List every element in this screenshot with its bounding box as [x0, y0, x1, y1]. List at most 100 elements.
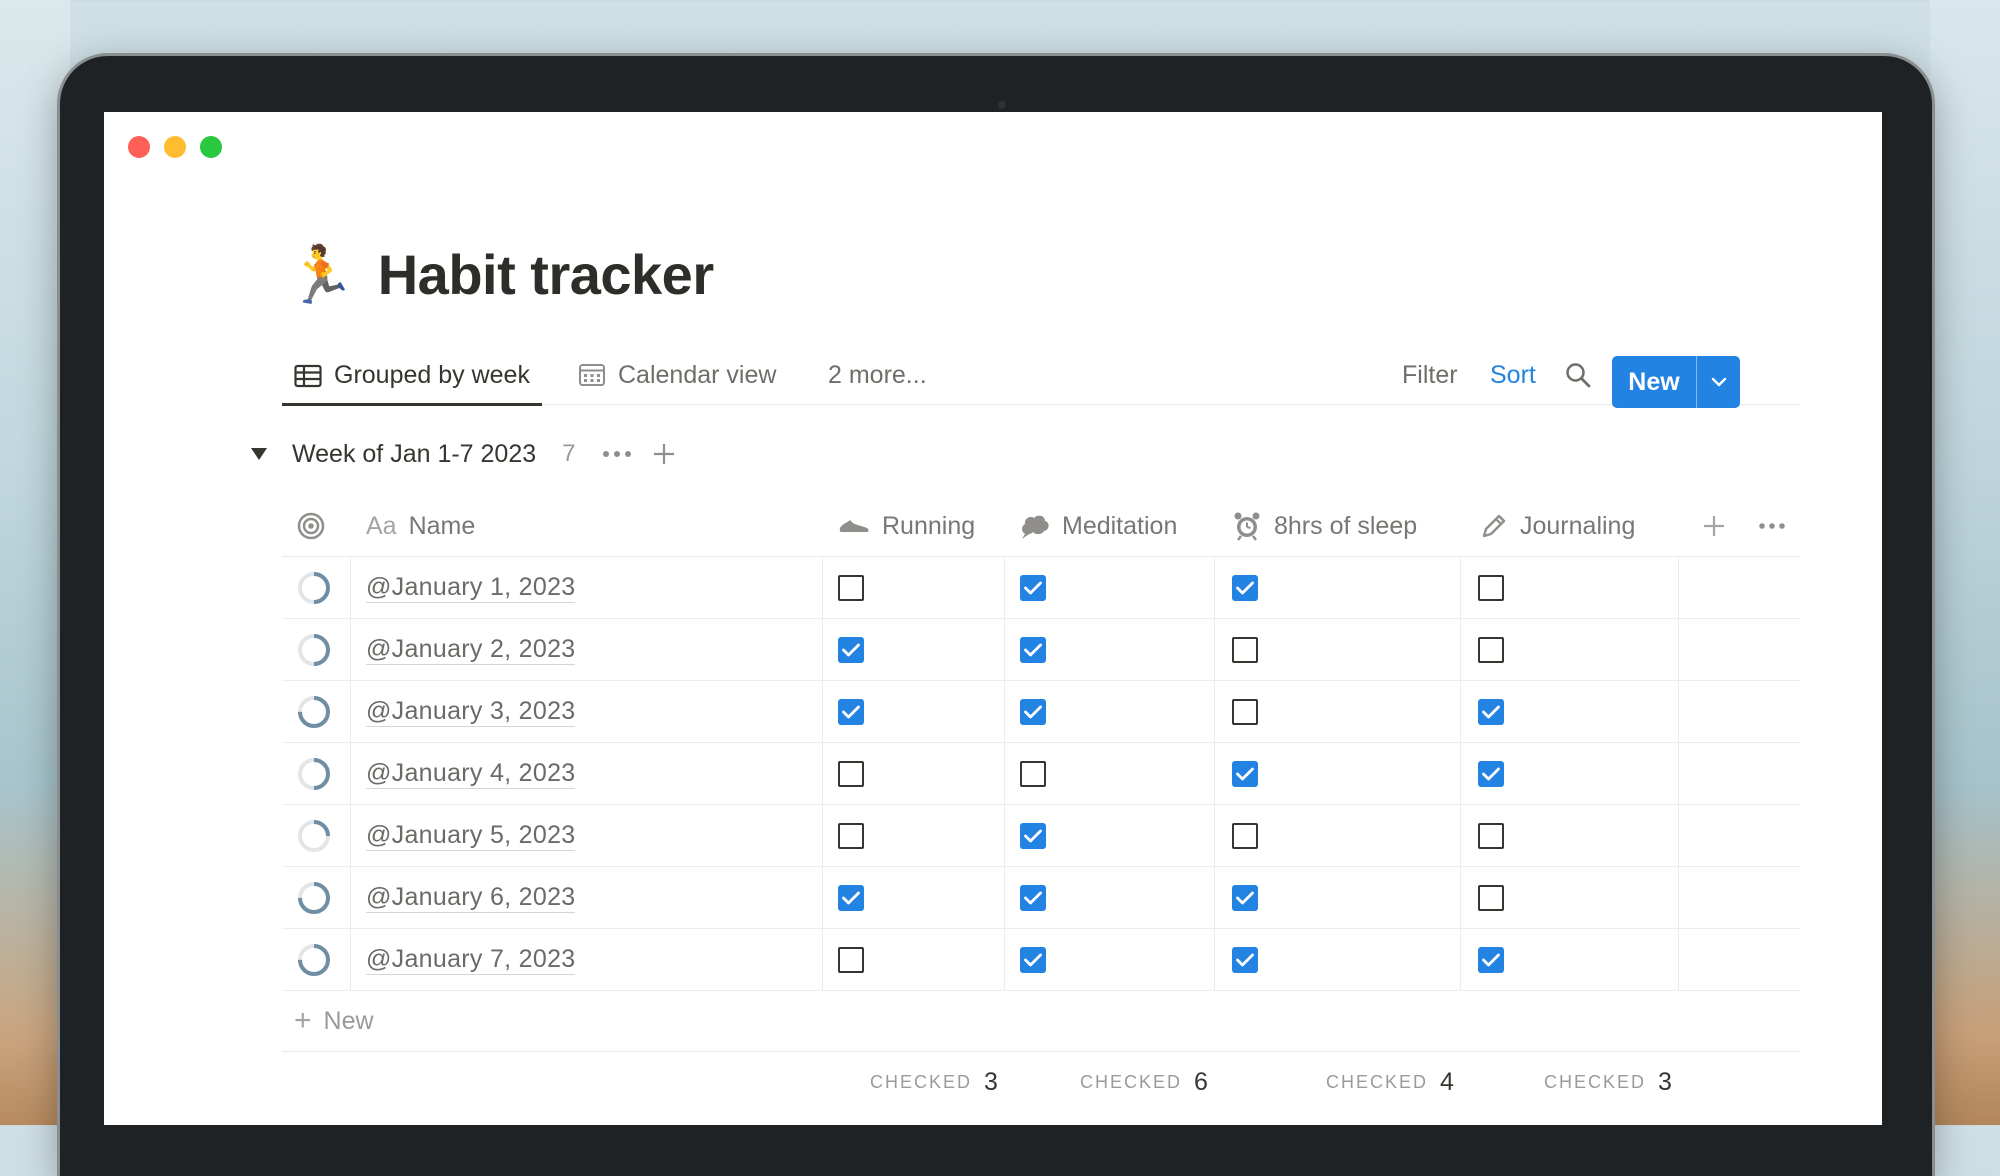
checkmark-icon	[1024, 953, 1042, 966]
sleep-checkbox[interactable]	[1232, 946, 1258, 973]
date-mention[interactable]: @January 5, 2023	[366, 820, 576, 851]
summary-meditation[interactable]: CHECKED 6	[1080, 1052, 1208, 1112]
column-header-meditation[interactable]: Meditation	[1020, 496, 1177, 556]
table-row[interactable]: @January 4, 2023	[282, 743, 1800, 805]
running-checkbox[interactable]	[838, 574, 864, 601]
sort-button[interactable]: Sort	[1490, 361, 1536, 390]
date-mention[interactable]: @January 1, 2023	[366, 572, 576, 603]
meditation-checkbox[interactable]	[1020, 698, 1046, 725]
meditation-checkbox[interactable]	[1020, 822, 1046, 849]
progress-ring-icon	[298, 819, 330, 852]
add-property-button[interactable]	[1702, 496, 1726, 556]
name-cell[interactable]: @January 5, 2023	[366, 805, 576, 866]
new-button[interactable]: New	[1612, 356, 1696, 408]
progress-cell	[296, 619, 332, 680]
summary-value: 4	[1440, 1067, 1454, 1096]
sleep-checkbox[interactable]	[1232, 574, 1258, 601]
column-header-journaling[interactable]: Journaling	[1480, 496, 1635, 556]
name-cell[interactable]: @January 1, 2023	[366, 557, 576, 618]
meditation-checkbox[interactable]	[1020, 946, 1046, 973]
table-row[interactable]: @January 6, 2023	[282, 867, 1800, 929]
collapse-triangle-icon[interactable]	[250, 447, 268, 461]
tab-calendar-view[interactable]: Calendar view	[578, 348, 776, 402]
journaling-checkbox[interactable]	[1478, 760, 1504, 787]
pencil-icon	[1482, 514, 1506, 538]
sleep-checkbox[interactable]	[1232, 822, 1258, 849]
summary-sleep[interactable]: CHECKED 4	[1326, 1052, 1454, 1112]
journaling-checkbox[interactable]	[1478, 698, 1504, 725]
sleep-checkbox[interactable]	[1232, 884, 1258, 911]
journaling-checkbox[interactable]	[1478, 822, 1504, 849]
date-mention[interactable]: @January 3, 2023	[366, 696, 576, 727]
sleep-checkbox[interactable]	[1232, 636, 1258, 663]
progress-column-header[interactable]	[296, 496, 326, 556]
name-cell[interactable]: @January 6, 2023	[366, 867, 576, 928]
running-checkbox[interactable]	[838, 760, 864, 787]
journaling-checkbox[interactable]	[1478, 636, 1504, 663]
tab-label: Grouped by week	[334, 361, 530, 389]
date-mention[interactable]: @January 7, 2023	[366, 944, 576, 975]
tab-more-views[interactable]: 2 more...	[828, 348, 927, 402]
table-row[interactable]: @January 1, 2023	[282, 557, 1800, 619]
sleep-checkbox[interactable]	[1232, 760, 1258, 787]
column-header-name[interactable]: Aa Name	[366, 496, 475, 556]
sleep-cell	[1232, 743, 1258, 804]
summary-label: CHECKED	[1544, 1071, 1647, 1092]
meditation-checkbox[interactable]	[1020, 884, 1046, 911]
search-icon[interactable]	[1564, 361, 1592, 389]
cell-divider	[1678, 743, 1679, 804]
group-more-icon[interactable]	[602, 449, 632, 459]
checkmark-icon	[1236, 767, 1254, 780]
table-row[interactable]: @January 2, 2023	[282, 619, 1800, 681]
checkmark-icon	[1482, 705, 1500, 718]
running-checkbox[interactable]	[838, 636, 864, 663]
group-header: Week of Jan 1-7 2023 7	[250, 434, 676, 474]
page-header: 🏃 Habit tracker	[286, 242, 714, 307]
tab-grouped-by-week[interactable]: Grouped by week	[282, 348, 542, 406]
meditation-checkbox[interactable]	[1020, 636, 1046, 663]
minimize-window-button[interactable]	[164, 136, 186, 158]
cell-divider	[1004, 681, 1005, 742]
zoom-window-button[interactable]	[200, 136, 222, 158]
close-window-button[interactable]	[128, 136, 150, 158]
meditation-checkbox[interactable]	[1020, 574, 1046, 601]
name-cell[interactable]: @January 4, 2023	[366, 743, 576, 804]
cell-divider	[1678, 929, 1679, 990]
journaling-cell	[1478, 557, 1504, 618]
add-row-button[interactable]: + New	[282, 991, 1800, 1052]
tab-label: 2 more...	[828, 360, 927, 389]
running-checkbox[interactable]	[838, 946, 864, 973]
name-cell[interactable]: @January 3, 2023	[366, 681, 576, 742]
date-mention[interactable]: @January 2, 2023	[366, 634, 576, 665]
table-row[interactable]: @January 7, 2023	[282, 929, 1800, 991]
column-header-running[interactable]: Running	[838, 496, 975, 556]
running-checkbox[interactable]	[838, 822, 864, 849]
date-mention[interactable]: @January 4, 2023	[366, 758, 576, 789]
date-mention[interactable]: @January 6, 2023	[366, 882, 576, 913]
group-name[interactable]: Week of Jan 1-7 2023	[292, 440, 536, 469]
running-checkbox[interactable]	[838, 698, 864, 725]
sleep-checkbox[interactable]	[1232, 698, 1258, 725]
page-title[interactable]: Habit tracker	[378, 242, 714, 307]
journaling-checkbox[interactable]	[1478, 574, 1504, 601]
new-dropdown-button[interactable]	[1697, 356, 1740, 408]
table-more-button[interactable]	[1758, 496, 1786, 556]
journaling-checkbox[interactable]	[1478, 884, 1504, 911]
journaling-checkbox[interactable]	[1478, 946, 1504, 973]
filter-button[interactable]: Filter	[1402, 361, 1458, 390]
running-checkbox[interactable]	[838, 884, 864, 911]
table-row[interactable]: @January 3, 2023	[282, 681, 1800, 743]
table-row[interactable]: @January 5, 2023	[282, 805, 1800, 867]
page-emoji-icon[interactable]: 🏃	[286, 246, 356, 303]
checkmark-icon	[1024, 705, 1042, 718]
progress-ring-icon	[298, 881, 330, 914]
column-header-sleep[interactable]: 8hrs of sleep	[1232, 496, 1417, 556]
name-cell[interactable]: @January 7, 2023	[366, 929, 576, 990]
meditation-checkbox[interactable]	[1020, 760, 1046, 787]
cell-divider	[1678, 619, 1679, 680]
group-add-icon[interactable]	[652, 442, 676, 466]
summary-journaling[interactable]: CHECKED 3	[1544, 1052, 1672, 1112]
summary-running[interactable]: CHECKED 3	[870, 1052, 998, 1112]
name-cell[interactable]: @January 2, 2023	[366, 619, 576, 680]
sleep-cell	[1232, 681, 1258, 742]
